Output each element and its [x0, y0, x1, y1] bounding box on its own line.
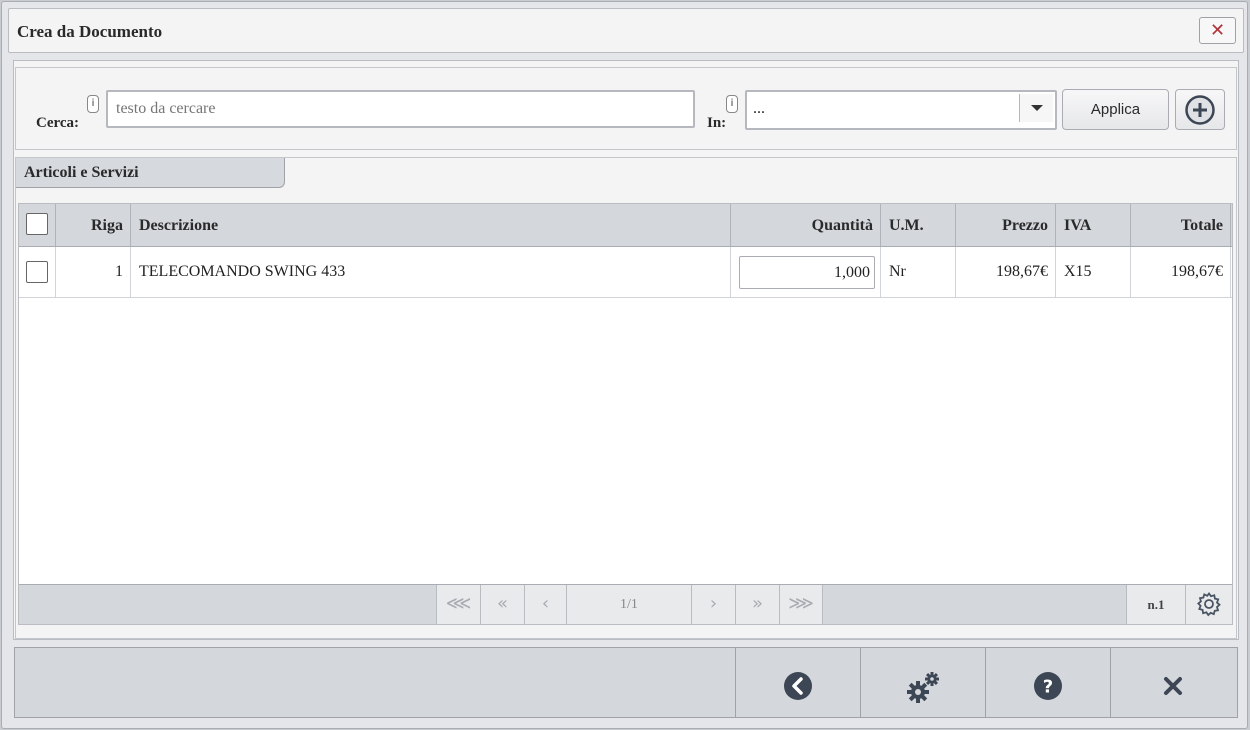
cell-descrizione: TELECOMANDO SWING 433	[131, 247, 731, 297]
first-page-button[interactable]: ⋘	[436, 585, 480, 624]
in-select[interactable]: ...	[745, 90, 1057, 130]
panel-tab-title[interactable]: Articoli e Servizi	[16, 158, 285, 188]
add-button[interactable]	[1175, 89, 1225, 130]
search-input[interactable]	[106, 90, 695, 128]
grid-header: Riga Descrizione Quantità U.M. Prezzo IV…	[19, 204, 1232, 247]
cell-um: Nr	[881, 247, 956, 297]
footer-toolbar: ?	[14, 647, 1238, 718]
col-descrizione[interactable]: Descrizione	[131, 204, 731, 246]
select-all-cell	[19, 204, 56, 246]
grid-settings-button[interactable]	[1185, 585, 1232, 624]
close-footer-button[interactable]	[1110, 648, 1237, 717]
cell-iva: X15	[1056, 247, 1131, 297]
col-totale[interactable]: Totale	[1131, 204, 1231, 246]
add-circle-icon	[1185, 95, 1215, 125]
col-um[interactable]: U.M.	[881, 204, 956, 246]
gear-icon	[1196, 591, 1221, 617]
row-checkbox[interactable]	[26, 261, 48, 283]
col-prezzo[interactable]: Prezzo	[956, 204, 1056, 246]
help-icon: ?	[1034, 672, 1062, 700]
back-button[interactable]	[735, 648, 860, 717]
cell-totale: 198,67€	[1131, 247, 1231, 297]
gears-icon	[907, 672, 939, 703]
prev-page-button[interactable]: ‹	[524, 585, 566, 624]
dialog: Crea da Documento ✕ Cerca: i In: i ... A…	[1, 1, 1248, 729]
cell-riga: 1	[56, 247, 131, 297]
close-icon	[1164, 677, 1182, 695]
col-riga[interactable]: Riga	[56, 204, 131, 246]
dialog-title: Crea da Documento	[17, 22, 163, 41]
cell-quantita: 1,000	[731, 247, 881, 297]
cell-prezzo: 198,67€	[956, 247, 1056, 297]
items-panel: Articoli e Servizi Riga Descrizione Quan…	[15, 157, 1237, 639]
quantity-field[interactable]: 1,000	[739, 256, 875, 289]
content-area: Cerca: i In: i ... Applica Articoli e Se…	[13, 60, 1239, 640]
title-bar: Crea da Documento ✕	[8, 8, 1244, 53]
close-button[interactable]: ✕	[1199, 17, 1236, 44]
back-icon	[784, 672, 812, 700]
select-all-checkbox[interactable]	[26, 213, 48, 235]
in-label: In:	[707, 115, 727, 131]
in-select-value: ...	[753, 100, 765, 117]
close-icon: ✕	[1209, 20, 1226, 41]
items-grid: Riga Descrizione Quantità U.M. Prezzo IV…	[18, 203, 1233, 625]
settings-button[interactable]	[860, 648, 985, 717]
search-label: Cerca:	[36, 115, 80, 131]
in-info-icon[interactable]: i	[726, 95, 738, 113]
page-indicator: 1/1	[566, 585, 691, 624]
svg-text:?: ?	[1043, 677, 1053, 698]
help-button[interactable]: ?	[985, 648, 1110, 717]
next-block-button[interactable]: »	[735, 585, 779, 624]
search-info-icon[interactable]: i	[87, 95, 99, 113]
table-row[interactable]: 1 TELECOMANDO SWING 433 1,000 Nr 198,67€…	[19, 247, 1232, 298]
next-page-button[interactable]: ›	[691, 585, 735, 624]
apply-button[interactable]: Applica	[1062, 89, 1169, 130]
row-select-cell	[19, 247, 56, 297]
last-page-button[interactable]: ⋙	[779, 585, 823, 624]
prev-block-button[interactable]: «	[480, 585, 524, 624]
col-iva[interactable]: IVA	[1056, 204, 1131, 246]
search-bar: Cerca: i In: i ... Applica	[15, 67, 1237, 150]
record-count: n.1	[1126, 585, 1185, 624]
col-quantita[interactable]: Quantità	[731, 204, 881, 246]
pager: ⋘ « ‹ 1/1 › » ⋙ n.1	[19, 584, 1232, 624]
dropdown-arrow-icon[interactable]	[1019, 94, 1053, 122]
